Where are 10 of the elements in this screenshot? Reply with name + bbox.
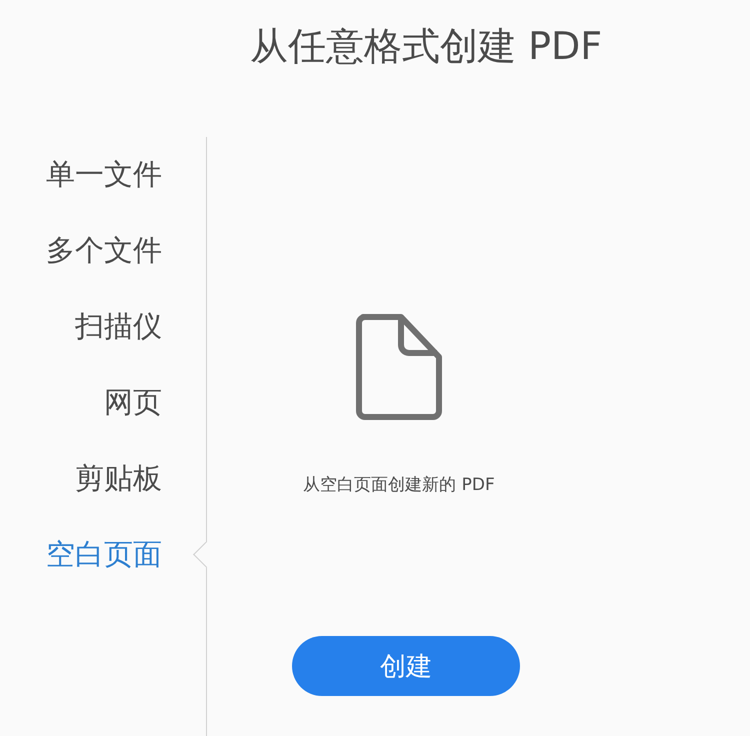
page-title: 从任意格式创建 PDF [250, 23, 602, 70]
sidebar-item[interactable]: 空白页面 [46, 535, 162, 575]
sidebar-item[interactable]: 网页 [104, 383, 162, 423]
sidebar-item[interactable]: 剪贴板 [75, 459, 162, 499]
sidebar-item[interactable]: 多个文件 [46, 231, 162, 271]
create-button[interactable]: 创建 [292, 636, 520, 696]
description-text: 从空白页面创建新的 PDF [303, 474, 495, 496]
document-icon [355, 313, 443, 421]
sidebar-item[interactable]: 扫描仪 [75, 307, 162, 347]
sidebar-item[interactable]: 单一文件 [46, 155, 162, 195]
